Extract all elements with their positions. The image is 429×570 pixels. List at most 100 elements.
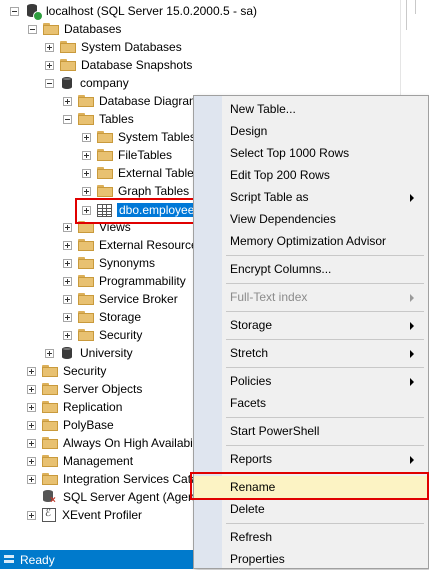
tree-node-databases[interactable]: Databases	[28, 20, 121, 38]
tree-node-label: Database Snapshots	[81, 58, 193, 72]
expand-icon[interactable]	[63, 330, 72, 340]
folder-icon	[78, 239, 94, 251]
menu-item-edit-top[interactable]: Edit Top 200 Rows	[194, 164, 428, 186]
tree-node-label: FileTables	[118, 148, 173, 162]
menu-item-encrypt-columns[interactable]: Encrypt Columns...	[194, 258, 428, 280]
tree-node-replication[interactable]: Replication	[27, 398, 122, 416]
tree-node-server-objects[interactable]: Server Objects	[27, 380, 142, 398]
menu-item-label: Reports	[230, 452, 273, 466]
tree-node-synonyms[interactable]: Synonyms	[63, 254, 155, 272]
tree-node-system-tables[interactable]: System Tables	[82, 128, 196, 146]
submenu-arrow-icon	[410, 350, 414, 358]
annotation-highlight-box	[190, 472, 429, 500]
menu-item-delete[interactable]: Delete	[194, 498, 428, 520]
tree-node-external-resources[interactable]: External Resources	[63, 236, 204, 254]
menu-item-new-table[interactable]: New Table...	[194, 98, 428, 120]
tree-node-security[interactable]: Security	[27, 362, 106, 380]
menu-item-design[interactable]: Design	[194, 120, 428, 142]
expand-icon[interactable]	[63, 258, 72, 268]
tree-node-database-snapshots[interactable]: Database Snapshots	[45, 56, 192, 74]
tree-node-server[interactable]: localhost (SQL Server 15.0.2000.5 - sa)	[10, 2, 257, 21]
tree-node-label: Database Diagrams	[99, 94, 206, 108]
expand-icon[interactable]	[82, 150, 91, 160]
tree-node-always-on[interactable]: Always On High Availability	[27, 434, 208, 452]
collapse-icon[interactable]	[63, 114, 72, 124]
tree-node-database-diagrams[interactable]: Database Diagrams	[63, 92, 205, 110]
tree-node-company[interactable]: company	[45, 74, 129, 92]
expand-icon[interactable]	[27, 456, 36, 466]
collapse-icon[interactable]	[28, 24, 37, 34]
menu-item-label: Script Table as	[230, 190, 309, 204]
menu-item-label: Edit Top 200 Rows	[230, 168, 330, 182]
folder-icon	[78, 311, 94, 323]
expand-icon[interactable]	[63, 96, 72, 106]
collapse-icon[interactable]	[10, 6, 19, 16]
menu-item-select-top[interactable]: Select Top 1000 Rows	[194, 142, 428, 164]
menu-item-full-text-index: Full-Text index	[194, 286, 428, 308]
tree-node-label: Graph Tables	[118, 184, 190, 198]
expand-icon[interactable]	[27, 366, 36, 376]
menu-separator	[226, 339, 424, 340]
submenu-arrow-icon	[410, 456, 414, 464]
menu-item-label: Facets	[230, 396, 267, 410]
expand-icon[interactable]	[45, 348, 54, 358]
folder-icon	[42, 401, 58, 413]
folder-icon	[42, 419, 58, 431]
tree-node-filetables[interactable]: FileTables	[82, 146, 172, 164]
menu-item-facets[interactable]: Facets	[194, 392, 428, 414]
expand-icon[interactable]	[82, 168, 91, 178]
expand-icon[interactable]	[63, 276, 72, 286]
tree-node-tables[interactable]: Tables	[63, 110, 134, 128]
menu-item-label: Storage	[230, 318, 273, 332]
tree-node-storage[interactable]: Storage	[63, 308, 141, 326]
expand-icon[interactable]	[27, 438, 36, 448]
menu-item-properties[interactable]: Properties	[194, 548, 428, 570]
expand-icon[interactable]	[27, 384, 36, 394]
expand-icon[interactable]	[27, 402, 36, 412]
menu-item-policies[interactable]: Policies	[194, 370, 428, 392]
collapse-icon[interactable]	[45, 78, 54, 88]
tree-node-management[interactable]: Management	[27, 452, 133, 470]
tree-node-service-broker[interactable]: Service Broker	[63, 290, 178, 308]
menu-item-start-powershell[interactable]: Start PowerShell	[194, 420, 428, 442]
tree-node-polybase[interactable]: PolyBase	[27, 416, 114, 434]
tree-node-system-databases[interactable]: System Databases	[45, 38, 182, 56]
tree-node-xevent-profiler[interactable]: XEvent Profiler	[27, 506, 142, 524]
menu-separator	[226, 367, 424, 368]
menu-item-storage[interactable]: Storage	[194, 314, 428, 336]
tree-node-label: Replication	[63, 400, 123, 414]
menu-item-label: Stretch	[230, 346, 269, 360]
menu-item-stretch[interactable]: Stretch	[194, 342, 428, 364]
xevent-profiler-icon	[42, 508, 56, 522]
expand-icon[interactable]	[45, 60, 54, 70]
tree-node-label: Tables	[99, 112, 134, 126]
menu-item-reports[interactable]: Reports	[194, 448, 428, 470]
menu-item-script-table-as[interactable]: Script Table as	[194, 186, 428, 208]
menu-separator	[226, 283, 424, 284]
tree-node-programmability[interactable]: Programmability	[63, 272, 186, 290]
folder-icon	[42, 437, 58, 449]
expand-icon[interactable]	[82, 186, 91, 196]
folder-icon	[97, 131, 113, 143]
tree-node-label: Management	[63, 454, 134, 468]
tree-node-university[interactable]: University	[45, 344, 133, 362]
expand-icon[interactable]	[63, 294, 72, 304]
expand-icon[interactable]	[63, 312, 72, 322]
tree-node-external-tables[interactable]: External Tables	[82, 164, 200, 182]
tree-node-security-db[interactable]: Security	[63, 326, 142, 344]
expand-icon[interactable]	[63, 222, 72, 232]
tree-node-label: Server Objects	[63, 382, 143, 396]
menu-item-label: View Dependencies	[230, 212, 336, 226]
expand-icon[interactable]	[45, 42, 54, 52]
expand-icon[interactable]	[27, 474, 36, 484]
expand-icon[interactable]	[27, 420, 36, 430]
expand-icon[interactable]	[63, 240, 72, 250]
menu-separator	[226, 311, 424, 312]
menu-item-memory-optimization[interactable]: Memory Optimization Advisor	[194, 230, 428, 252]
expand-icon[interactable]	[27, 510, 36, 520]
expand-icon[interactable]	[82, 132, 91, 142]
menu-item-refresh[interactable]: Refresh	[194, 526, 428, 548]
menu-item-view-dependencies[interactable]: View Dependencies	[194, 208, 428, 230]
sql-agent-icon: ×	[42, 489, 58, 506]
tree-node-label: Security	[99, 328, 143, 342]
